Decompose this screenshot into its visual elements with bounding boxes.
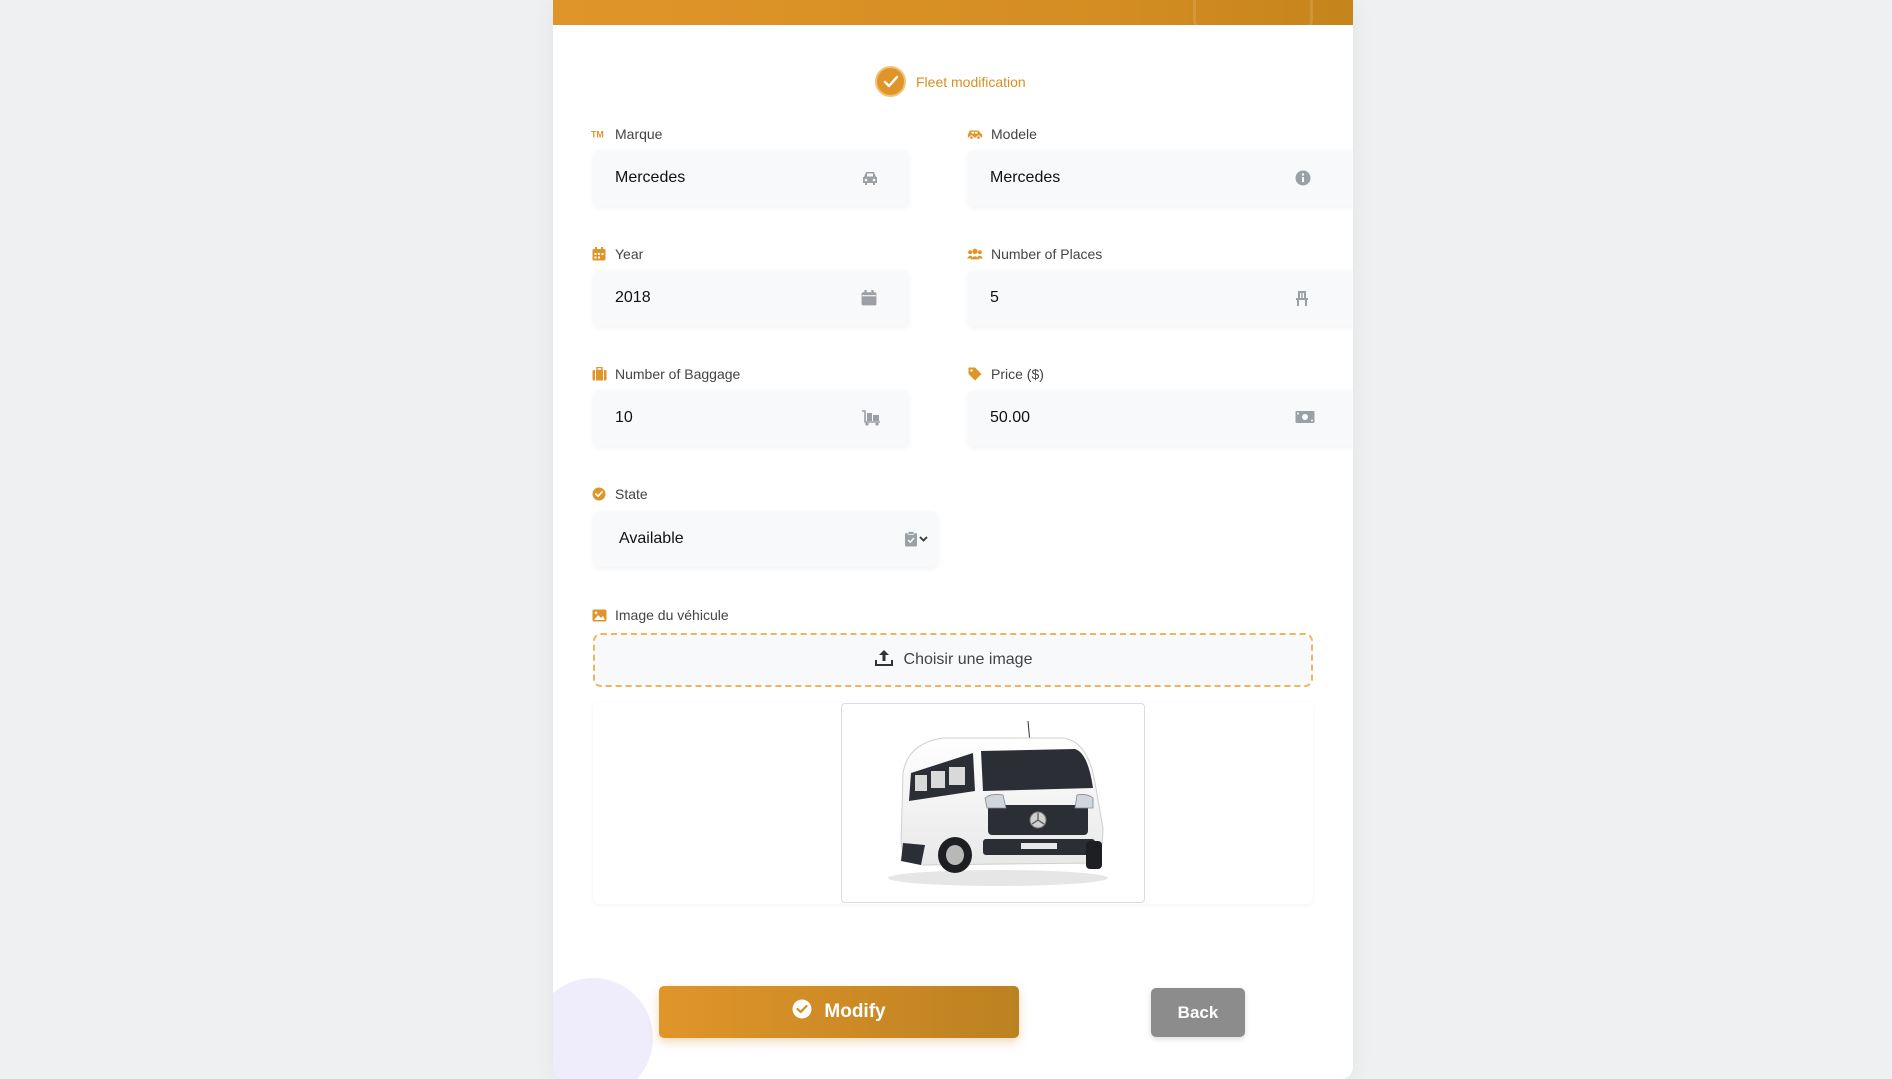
car-side-icon bbox=[967, 127, 983, 141]
marque-input[interactable]: Mercedes bbox=[593, 150, 909, 206]
choose-image-button[interactable]: Choisir une image bbox=[593, 633, 1313, 687]
places-value: 5 bbox=[990, 289, 999, 306]
year-input[interactable]: 2018 bbox=[593, 270, 909, 326]
luggage-cart-icon bbox=[861, 410, 880, 426]
back-button[interactable]: Back bbox=[1151, 988, 1245, 1037]
year-label: Year bbox=[591, 246, 643, 262]
check-icon bbox=[875, 66, 906, 97]
year-value: 2018 bbox=[615, 289, 651, 306]
chair-icon bbox=[1295, 290, 1313, 306]
vehicle-image-preview bbox=[841, 703, 1145, 903]
modele-value: Mercedes bbox=[990, 169, 1061, 186]
modify-button[interactable]: Modify bbox=[659, 986, 1019, 1038]
modele-label: Modele bbox=[967, 126, 1037, 142]
image-preview-container bbox=[593, 702, 1313, 904]
modele-input[interactable]: Mercedes bbox=[968, 150, 1353, 206]
image-label: Image du véhicule bbox=[591, 607, 729, 623]
back-button-label: Back bbox=[1177, 1002, 1219, 1022]
marque-label-text: Marque bbox=[615, 126, 663, 142]
calendar-field-icon bbox=[861, 290, 879, 306]
year-label-text: Year bbox=[615, 246, 644, 262]
price-value: 50.00 bbox=[990, 409, 1031, 426]
baggage-input[interactable]: 10 bbox=[593, 390, 909, 446]
state-label-text: State bbox=[615, 486, 648, 502]
marque-label: TM Marque bbox=[591, 126, 662, 142]
clipboard-check-icon bbox=[904, 531, 930, 547]
upload-icon bbox=[874, 648, 894, 673]
image-icon bbox=[591, 608, 607, 622]
fleet-form-card: Fleet modification TM Marque Mercedes Mo… bbox=[553, 0, 1353, 1079]
baggage-label: Number of Baggage bbox=[591, 366, 740, 382]
step-label: Fleet modification bbox=[916, 73, 1026, 90]
state-value: Available bbox=[619, 530, 684, 547]
check-circle-icon bbox=[792, 999, 812, 1025]
marque-value: Mercedes bbox=[615, 169, 686, 186]
baggage-label-text: Number of Baggage bbox=[615, 366, 741, 382]
header-decoration bbox=[1193, 0, 1313, 30]
minibus-image bbox=[888, 720, 1108, 886]
price-label-text: Price ($) bbox=[991, 366, 1044, 382]
price-label: Price ($) bbox=[967, 366, 1044, 382]
price-input[interactable]: 50.00 bbox=[968, 390, 1353, 446]
check-circle-icon bbox=[591, 487, 607, 501]
tag-icon bbox=[967, 367, 983, 381]
state-label: State bbox=[591, 486, 648, 502]
svg-text:TM: TM bbox=[591, 130, 604, 139]
places-label: Number of Places bbox=[967, 246, 1102, 262]
modify-button-label: Modify bbox=[824, 1001, 886, 1022]
places-label-text: Number of Places bbox=[991, 246, 1103, 262]
money-bill-icon bbox=[1295, 410, 1315, 426]
info-icon bbox=[1295, 170, 1313, 186]
choose-image-label: Choisir une image bbox=[903, 651, 1033, 668]
progress-step: Fleet modification bbox=[875, 66, 1026, 97]
trademark-icon: TM bbox=[591, 127, 607, 141]
suitcase-icon bbox=[591, 367, 607, 381]
users-icon bbox=[967, 247, 983, 261]
header-bar bbox=[553, 0, 1353, 30]
state-select[interactable]: Available bbox=[593, 511, 938, 567]
calendar-icon bbox=[591, 247, 607, 261]
modele-label-text: Modele bbox=[991, 126, 1037, 142]
background-decoration-circle bbox=[553, 978, 653, 1079]
baggage-value: 10 bbox=[615, 409, 633, 426]
car-icon bbox=[861, 170, 879, 186]
places-input[interactable]: 5 bbox=[968, 270, 1353, 326]
image-label-text: Image du véhicule bbox=[615, 607, 729, 623]
